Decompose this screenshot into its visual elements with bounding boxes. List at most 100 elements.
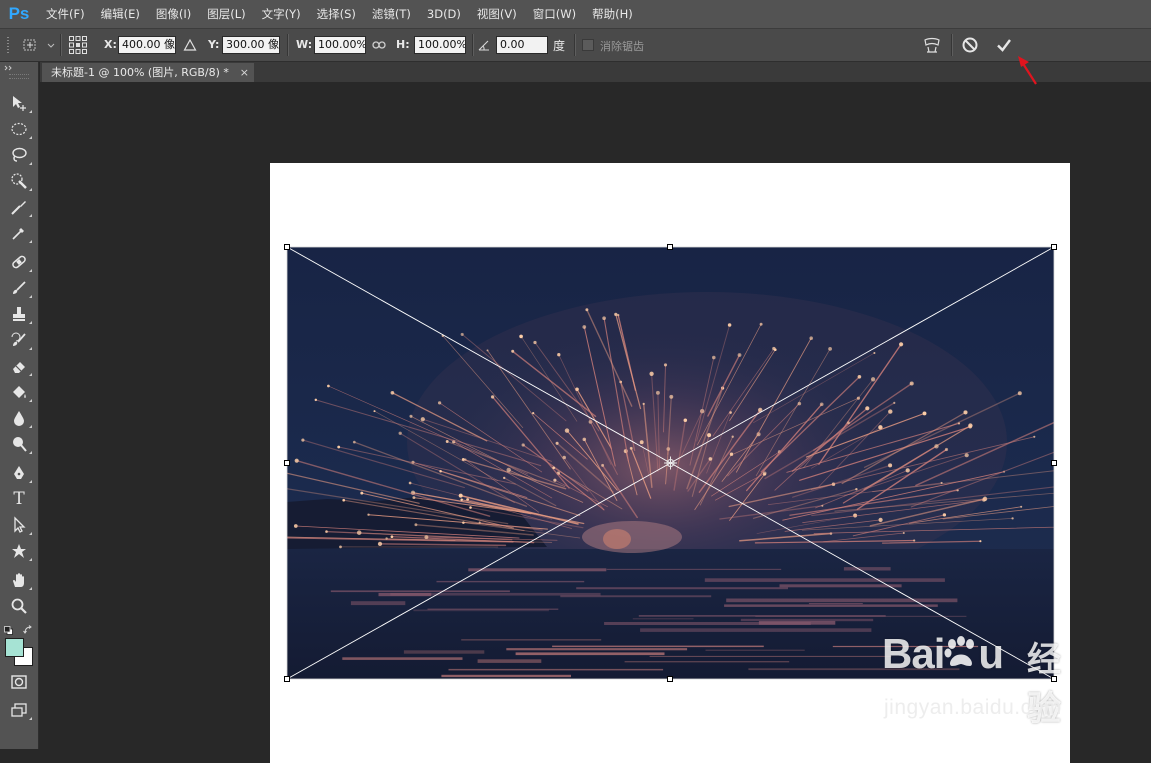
close-tab-icon[interactable]: × [240,63,249,82]
x-position-field[interactable]: 400.00 像 [118,36,176,54]
firework-spark [798,402,802,406]
antialias-checkbox[interactable] [582,39,594,51]
firework-spark [469,506,472,509]
canvas-area[interactable] [39,82,1151,749]
firework-spark [552,466,555,469]
firework-spark [763,472,767,476]
firework-spark [888,463,892,467]
firework-spark [511,350,514,353]
water-reflection-streak [706,650,805,651]
swap-colors-icon[interactable] [23,620,33,630]
firework-spark [421,417,425,421]
firework-spark [532,412,534,414]
firework-spark [391,391,395,395]
panel-collapse-icon[interactable] [4,64,14,73]
menu-window[interactable]: 窗口(W) [525,0,584,28]
water-reflection-streak [390,593,600,596]
firework-spark [315,399,317,401]
blur-tool-icon[interactable] [6,406,32,430]
angle-icon [477,29,493,61]
water-reflection-streak [780,584,902,587]
foreground-color-swatch[interactable] [5,638,24,657]
water-reflection-streak [741,619,873,621]
move-tool-icon[interactable] [6,91,32,115]
custom-shape-tool-icon[interactable] [6,539,32,563]
water-reflection-streak [404,650,484,653]
firework-spark [630,447,633,450]
water-reflection-streak [607,569,782,570]
link-icon[interactable] [372,29,388,61]
firework-spark [643,403,645,405]
document-tab[interactable]: 未标题-1 @ 100% (图片, RGB/8) * × [42,63,254,82]
menu-view[interactable]: 视图(V) [469,0,525,28]
lasso-tool-icon[interactable] [6,143,32,167]
firework-spark [649,372,653,376]
firework-spark [1033,436,1035,438]
healing-brush-tool-icon[interactable] [6,250,32,274]
zoom-tool-icon[interactable] [6,594,32,618]
menu-edit[interactable]: 编辑(E) [93,0,148,28]
paint-bucket-tool-icon[interactable] [6,380,32,404]
default-colors-icon[interactable] [4,620,13,629]
firework-spark [968,423,972,427]
tools-panel: T [0,62,39,749]
commit-icon[interactable] [995,29,1015,61]
menu-filter[interactable]: 滤镜(T) [364,0,419,28]
menu-select[interactable]: 选择(S) [309,0,364,28]
photoshop-logo: Ps [0,0,38,28]
height-field[interactable]: 100.00% [414,36,466,54]
eyedropper-tool-icon[interactable] [6,221,32,245]
firework-spark [325,530,328,533]
pen-tool-icon[interactable] [6,461,32,485]
firework-spark [934,444,938,448]
type-tool-icon[interactable]: T [6,487,32,511]
marquee-tool-icon[interactable] [6,117,32,141]
menu-help[interactable]: 帮助(H) [584,0,641,28]
quick-select-tool-icon[interactable] [6,169,32,193]
clone-stamp-tool-icon[interactable] [6,302,32,326]
quick-mask-icon[interactable] [6,670,32,694]
firework-spark [899,342,903,346]
menu-file[interactable]: 文件(F) [38,0,93,28]
relative-delta-icon[interactable] [183,29,199,61]
firework-spark [847,421,850,424]
firework-spark [412,496,415,499]
firework-spark [301,439,304,442]
firework-spark [879,518,883,522]
angle-field[interactable]: 0.00 [496,36,548,54]
menu-bar: Ps 文件(F) 编辑(E) 图像(I) 图层(L) 文字(Y) 选择(S) 滤… [0,0,1151,28]
crop-tool-icon[interactable] [6,195,32,219]
menu-type[interactable]: 文字(Y) [254,0,309,28]
transform-tool-icon[interactable] [20,29,56,61]
warp-icon[interactable] [922,29,944,61]
screen-mode-icon[interactable] [6,698,32,722]
hand-tool-icon[interactable] [6,568,32,592]
dodge-tool-icon[interactable] [6,432,32,456]
fireworks-photo-layer[interactable] [287,247,1054,679]
firework-spark [871,377,875,381]
angle-unit: 度 [553,37,565,54]
firework-spark [664,363,667,366]
firework-spark [830,532,833,535]
eraser-tool-icon[interactable] [6,354,32,378]
x-label: X: [104,38,117,51]
document-tab-bar: 未标题-1 @ 100% (图片, RGB/8) * × [40,62,1151,82]
menu-image[interactable]: 图像(I) [148,0,199,28]
water-reflection-streak [461,639,601,641]
menu-3d[interactable]: 3D(D) [419,0,469,28]
width-field[interactable]: 100.00% [314,36,366,54]
history-brush-tool-icon[interactable] [6,328,32,352]
path-select-tool-icon[interactable] [6,513,32,537]
y-position-field[interactable]: 300.00 像 [222,36,280,54]
water-reflection-streak [809,603,863,604]
menu-layer[interactable]: 图层(L) [199,0,253,28]
firework-spark [1011,517,1013,519]
height-label: H: [396,38,410,51]
brush-tool-icon[interactable] [6,276,32,300]
cancel-icon[interactable] [961,29,981,61]
document-canvas[interactable] [270,163,1070,763]
reference-point-icon[interactable] [68,29,90,61]
firework-spark [941,482,943,484]
options-grip[interactable] [6,29,10,61]
firework-spark [506,468,510,472]
